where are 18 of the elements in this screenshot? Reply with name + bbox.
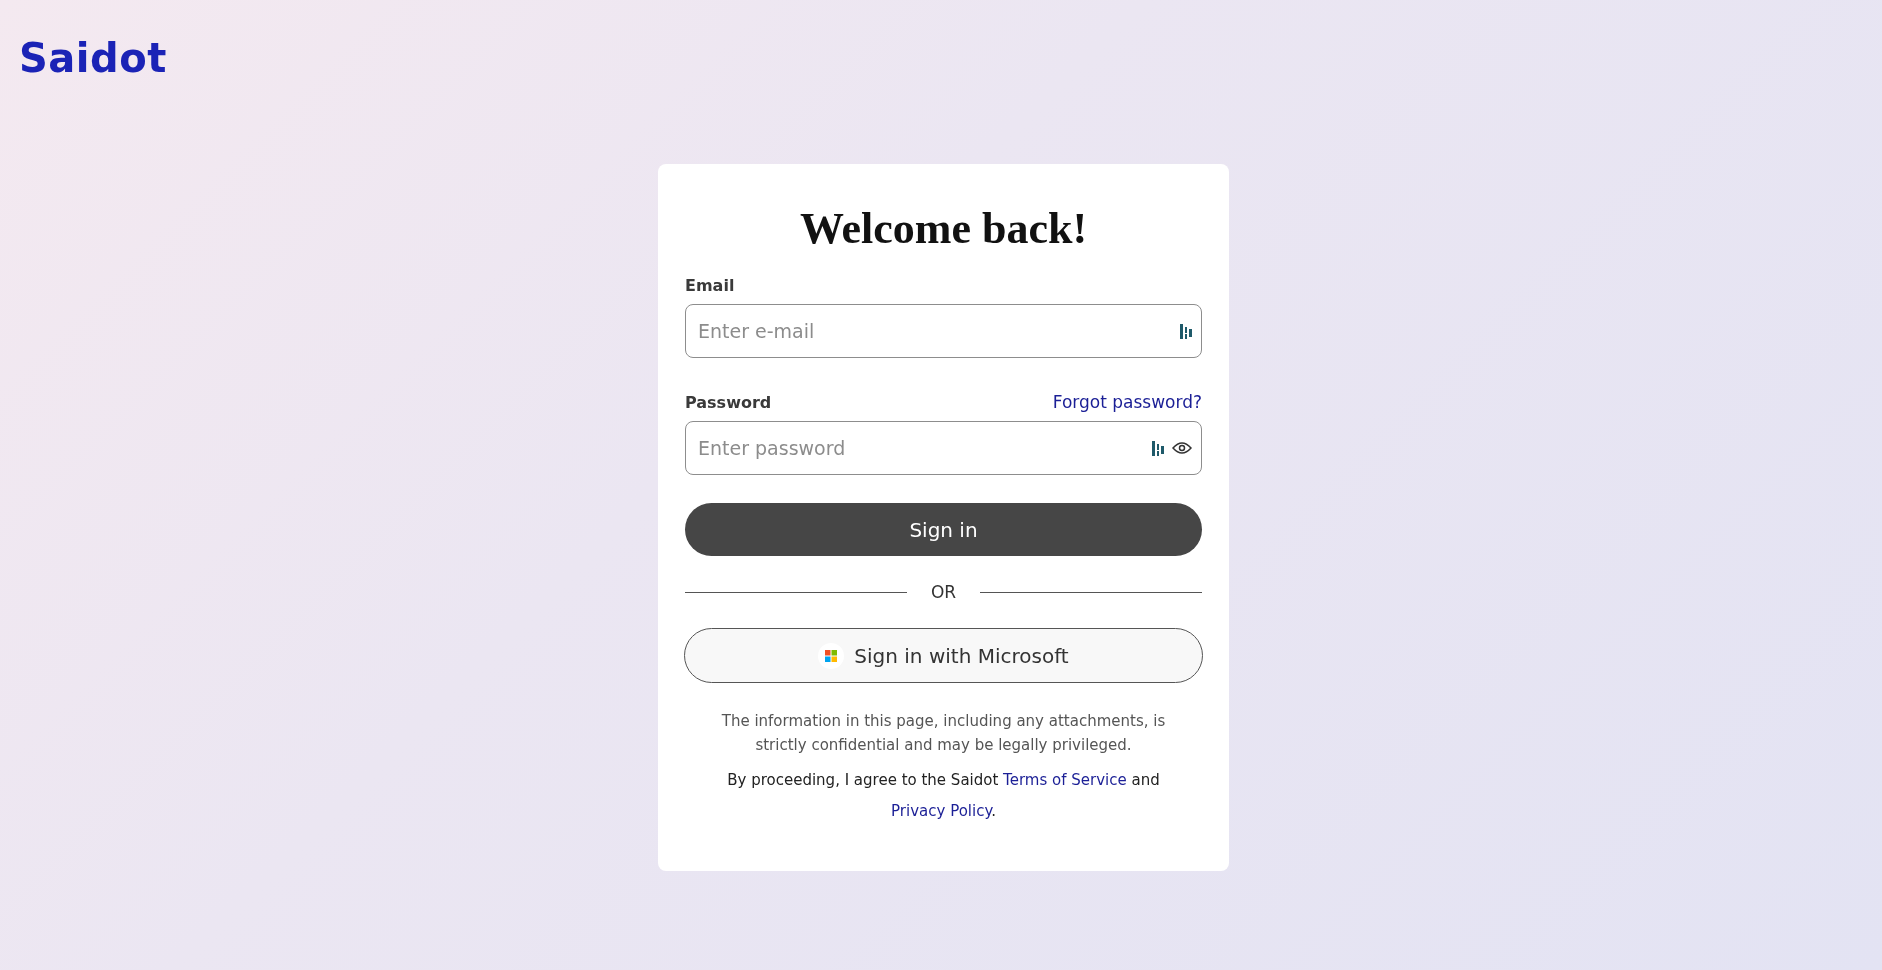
eye-icon[interactable]	[1172, 441, 1192, 455]
confidentiality-notice: The information in this page, including any attachments, is strictly confidential and may be legally privileged.	[720, 711, 1167, 756]
email-field[interactable]: Enter e-mail	[685, 304, 1202, 358]
email-label: Email	[685, 276, 735, 295]
terms-agreement: By proceeding, I agree to the Saidot Terms of Service and Privacy Policy.	[726, 770, 1161, 822]
welcome-title: Welcome back!	[798, 204, 1089, 254]
forgot-password-link[interactable]: Forgot password?	[1052, 392, 1202, 412]
password-manager-icon	[1180, 322, 1192, 340]
password-field[interactable]: Enter password	[685, 421, 1202, 475]
or-divider-text: OR	[930, 582, 957, 602]
microsoft-sign-in-button[interactable]: Sign in with Microsoft	[684, 628, 1203, 683]
microsoft-icon	[818, 642, 845, 669]
password-label: Password	[685, 392, 772, 412]
password-manager-icon	[1152, 439, 1164, 457]
sign-in-button[interactable]: Sign in	[685, 503, 1202, 556]
terms-of-service-link[interactable]: Terms of Service	[1003, 771, 1127, 789]
logo: Saidot	[19, 34, 167, 82]
privacy-policy-link[interactable]: Privacy Policy	[891, 802, 992, 820]
